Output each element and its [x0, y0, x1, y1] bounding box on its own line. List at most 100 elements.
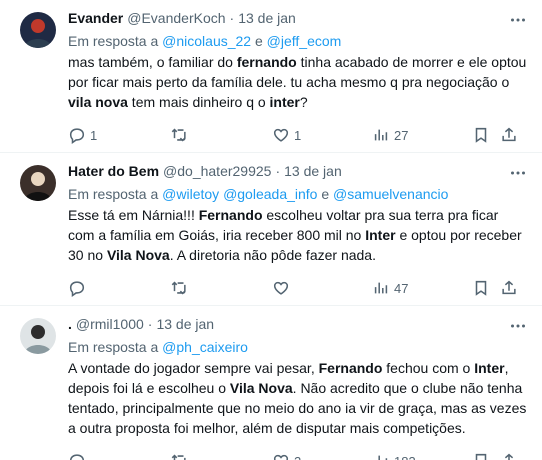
- avatar[interactable]: [20, 165, 56, 201]
- highlighted-term: Inter: [474, 360, 505, 376]
- conjunction: e: [317, 186, 334, 202]
- tweet-header: Hater do Bem @do_hater29925 · 13 de jan: [68, 163, 528, 183]
- reply-button[interactable]: [68, 452, 170, 460]
- retweet-button[interactable]: [170, 126, 272, 144]
- views-button[interactable]: 47: [372, 279, 472, 297]
- heart-icon: [273, 128, 289, 142]
- mention-link[interactable]: @jeff_ecom: [267, 33, 342, 49]
- heart-icon: [273, 281, 289, 295]
- more-horizontal-icon: [511, 18, 525, 22]
- views-icon: [378, 455, 388, 460]
- share-icon: [502, 127, 516, 142]
- reply-context: Em resposta a @wiletoy @goleada_info e @…: [68, 184, 528, 204]
- bookmark-button[interactable]: [472, 279, 500, 297]
- highlighted-term: inter: [269, 94, 300, 110]
- reply-context: Em resposta a @nicolaus_22 e @jeff_ecom: [68, 31, 528, 51]
- retweet-button[interactable]: [170, 279, 272, 297]
- tweet-text: A vontade do jogador sempre vai pesar, F…: [68, 358, 528, 438]
- reply-prefix: Em resposta a: [68, 186, 163, 202]
- mention-group: e @samuelvenancio: [317, 186, 448, 202]
- user-handle[interactable]: @rmil1000: [76, 316, 144, 332]
- reply-thread: Evander @EvanderKoch · 13 de jan Em resp…: [0, 0, 542, 460]
- tweet[interactable]: . @rmil1000 · 13 de jan Em resposta a @p…: [0, 306, 542, 460]
- reply-button[interactable]: 1: [68, 126, 170, 144]
- mention-link[interactable]: @wiletoy: [162, 186, 219, 202]
- tweet-text: mas também, o familiar do fernando tinha…: [68, 52, 528, 112]
- bookmark-button[interactable]: [472, 126, 500, 144]
- reply-context: Em resposta a @ph_caixeiro: [68, 337, 528, 357]
- views-count: 183: [394, 454, 416, 460]
- action-bar: 47: [68, 271, 528, 305]
- highlighted-term: Vila Nova: [106, 247, 170, 263]
- like-button[interactable]: 2: [272, 452, 372, 460]
- bookmark-icon: [475, 453, 487, 460]
- timestamp[interactable]: 13 de jan: [238, 10, 296, 26]
- like-button[interactable]: 1: [272, 126, 372, 144]
- highlighted-term: fernando: [236, 54, 297, 70]
- display-name[interactable]: .: [68, 316, 72, 332]
- text-segment: tem mais dinheiro q o: [127, 94, 270, 110]
- highlighted-term: Inter: [365, 227, 396, 243]
- highlighted-term: Vila Nova: [229, 380, 293, 396]
- like-button[interactable]: [272, 279, 372, 297]
- heart-icon: [273, 454, 289, 460]
- conjunction: e: [251, 33, 267, 49]
- tweet[interactable]: Hater do Bem @do_hater29925 · 13 de jan …: [0, 153, 542, 306]
- timestamp[interactable]: 13 de jan: [156, 316, 214, 332]
- reply-count: 1: [90, 127, 98, 143]
- action-bar: 1 1 27: [68, 118, 528, 152]
- reply-button[interactable]: [68, 279, 170, 297]
- share-button[interactable]: [500, 452, 528, 460]
- views-count: 47: [394, 280, 409, 296]
- timestamp[interactable]: 13 de jan: [284, 163, 342, 179]
- retweet-button[interactable]: [170, 452, 272, 460]
- mention-link[interactable]: @samuelvenancio: [333, 186, 448, 202]
- highlighted-term: Fernando: [198, 207, 263, 223]
- like-count: 2: [294, 454, 304, 460]
- share-icon: [504, 453, 514, 460]
- display-name[interactable]: Evander: [68, 10, 123, 26]
- separator: ·: [147, 316, 153, 332]
- more-options-button[interactable]: [508, 163, 528, 183]
- views-count: 27: [394, 127, 409, 143]
- like-count: 1: [294, 127, 302, 143]
- reply-prefix: Em resposta a: [68, 33, 163, 49]
- more-options-button[interactable]: [508, 316, 528, 336]
- user-handle[interactable]: @EvanderKoch: [127, 10, 225, 26]
- share-button[interactable]: [500, 126, 528, 144]
- mention-link[interactable]: @nicolaus_22: [162, 33, 251, 49]
- display-name[interactable]: Hater do Bem: [68, 163, 159, 179]
- bookmark-button[interactable]: [472, 452, 500, 460]
- reply-icon: [69, 281, 85, 297]
- highlighted-term: Fernando: [318, 360, 383, 376]
- more-horizontal-icon: [511, 324, 525, 328]
- share-button[interactable]: [500, 279, 528, 297]
- more-horizontal-icon: [511, 171, 525, 175]
- separator: ·: [275, 163, 281, 179]
- tweet-header: . @rmil1000 · 13 de jan: [68, 316, 528, 336]
- user-handle[interactable]: @do_hater29925: [163, 163, 271, 179]
- highlighted-term: vila nova: [68, 94, 128, 110]
- text-segment: fechou com o: [382, 360, 475, 376]
- text-segment: Esse tá em Nárnia!!!: [68, 207, 199, 223]
- bookmark-icon: [475, 280, 487, 296]
- reply-prefix: Em resposta a: [68, 339, 163, 355]
- tweet[interactable]: Evander @EvanderKoch · 13 de jan Em resp…: [0, 0, 542, 153]
- text-segment: A vontade do jogador sempre vai pesar,: [68, 360, 319, 376]
- mention-link[interactable]: @ph_caixeiro: [162, 339, 248, 355]
- views-icon: [374, 282, 388, 294]
- action-bar: 2 183: [68, 444, 528, 460]
- views-icon: [374, 129, 388, 141]
- text-segment: . A diretoria não pôde fazer nada.: [169, 247, 376, 263]
- more-options-button[interactable]: [508, 10, 528, 30]
- bookmark-icon: [475, 127, 487, 143]
- mention-link[interactable]: @goleada_info: [223, 186, 317, 202]
- views-button[interactable]: 27: [372, 126, 472, 144]
- avatar[interactable]: [20, 318, 56, 354]
- views-button[interactable]: 183: [372, 452, 472, 460]
- separator: ·: [229, 10, 235, 26]
- avatar[interactable]: [20, 12, 56, 48]
- retweet-icon: [171, 128, 186, 142]
- reply-icon: [69, 128, 85, 144]
- tweet-header: Evander @EvanderKoch · 13 de jan: [68, 10, 528, 30]
